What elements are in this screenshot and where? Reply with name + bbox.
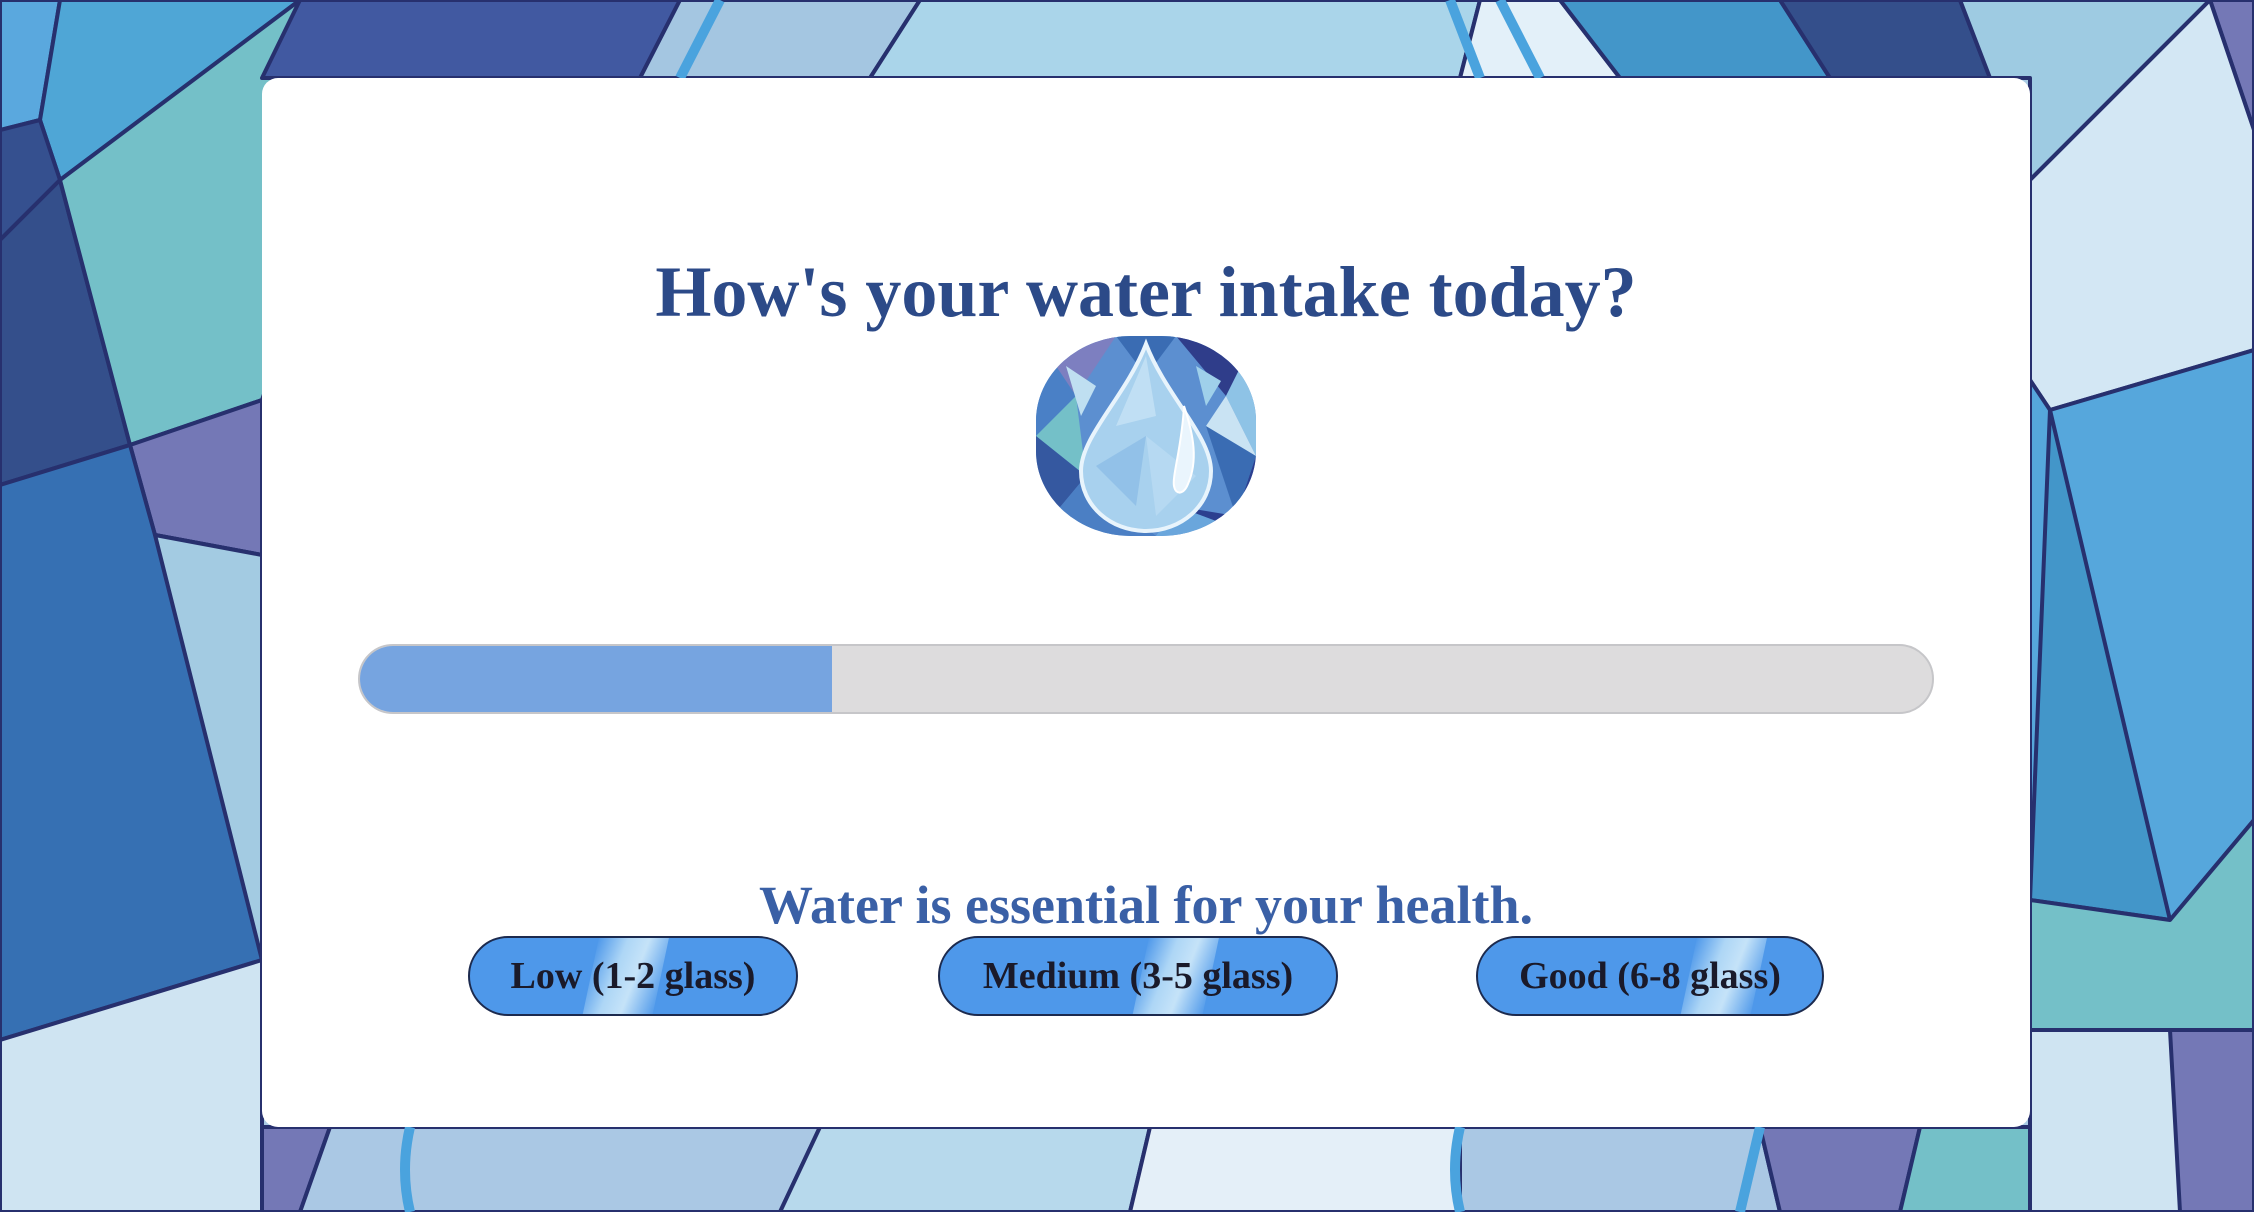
water-intake-card: How's your water intake today? Water is … [262,78,2030,1127]
good-intake-button[interactable]: Good (6-8 glass) [1476,936,1824,1016]
low-intake-label: Low (1-2 glass) [510,955,756,997]
intake-progress-bar [358,644,1934,714]
medium-intake-button[interactable]: Medium (3-5 glass) [938,936,1338,1016]
page-title: How's your water intake today? [655,252,1637,332]
low-intake-button[interactable]: Low (1-2 glass) [468,936,798,1016]
water-drop-icon [1036,336,1256,536]
progress-fill [360,646,832,712]
medium-intake-label: Medium (3-5 glass) [982,955,1294,997]
health-message: Water is essential for your health. [759,875,1533,935]
good-intake-label: Good (6-8 glass) [1519,955,1781,997]
